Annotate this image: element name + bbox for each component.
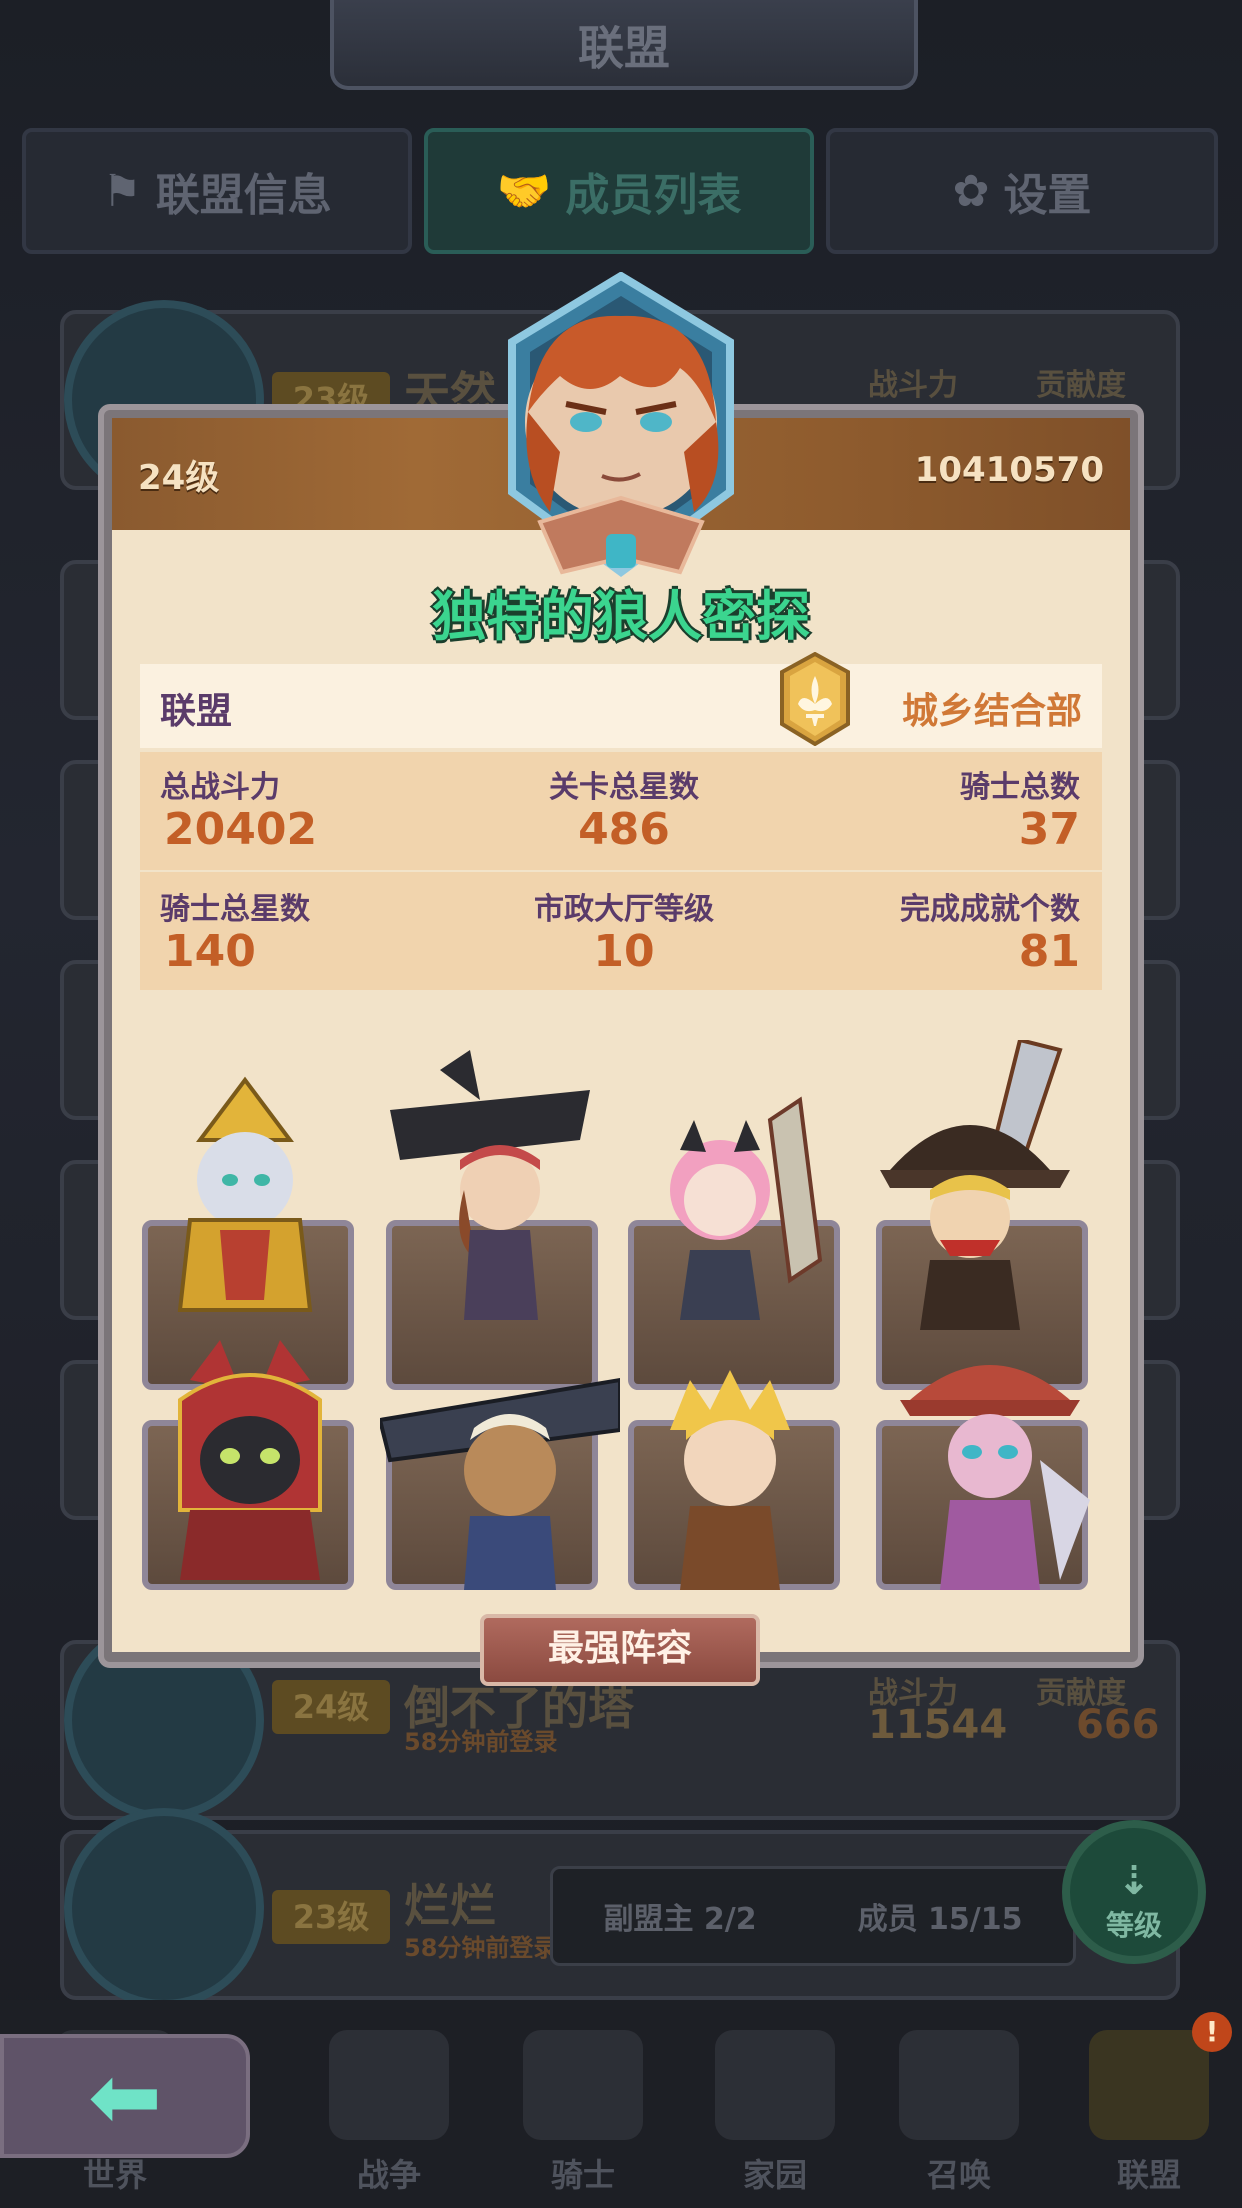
- nav-label: 家园: [742, 2156, 807, 2194]
- sort-label: 等级: [1105, 1909, 1162, 1942]
- town-hall-level-value: 10: [593, 926, 655, 977]
- map-icon: [329, 2030, 449, 2140]
- tab-member-list[interactable]: 🤝 成员列表: [424, 128, 814, 254]
- flag-icon: ⚑: [102, 165, 142, 217]
- nav-alliance[interactable]: 联盟: [1074, 2030, 1224, 2200]
- hero-pink-hair-girl-icon: [670, 1096, 823, 1320]
- stage-stars-value: 486: [578, 804, 670, 855]
- tab-label: 联盟信息: [155, 170, 332, 221]
- alliance-name: 城乡结合部: [901, 691, 1082, 732]
- nav-home[interactable]: 家园: [700, 2030, 850, 2200]
- town-hall-level-label: 市政大厅等级: [534, 892, 714, 927]
- handshake-icon: 🤝: [496, 166, 552, 217]
- back-button[interactable]: ⬅: [0, 2034, 250, 2158]
- house-icon: [715, 2030, 835, 2140]
- hero-blonde-boy-icon: [670, 1370, 790, 1590]
- gear-icon: ✿: [952, 165, 990, 217]
- tab-label: 成员列表: [565, 170, 742, 221]
- tab-bar: ⚑ 联盟信息 🤝 成员列表 ✿ 设置: [22, 128, 1218, 258]
- hero-pirate-girl-icon: [390, 1050, 590, 1320]
- vice-leader-count: 副盟主 2/2: [603, 1902, 757, 1937]
- hero-hooded-cat-icon: [178, 1340, 322, 1580]
- nav-summon[interactable]: 召唤: [884, 2030, 1034, 2200]
- tab-settings[interactable]: ✿ 设置: [826, 128, 1218, 254]
- knight-icon: [523, 2030, 643, 2140]
- hero-witch-icon: [880, 1040, 1070, 1330]
- member-status: 58分钟前登录: [404, 1934, 558, 1962]
- achievements-label: 完成成就个数: [900, 892, 1080, 927]
- nav-knight[interactable]: 骑士: [508, 2030, 658, 2200]
- member-avatar: [64, 1808, 264, 2008]
- nav-label: 联盟: [1116, 2156, 1181, 2194]
- fleur-de-lis-emblem-icon: [780, 652, 850, 746]
- hero-crowned-knight-icon: [177, 1076, 313, 1312]
- player-portrait: [508, 272, 734, 577]
- stage-stars-label: 关卡总星数: [549, 770, 699, 805]
- notice-badge: !: [1192, 2012, 1232, 2052]
- tab-alliance-info[interactable]: ⚑ 联盟信息: [22, 128, 412, 254]
- total-power-value: 20402: [164, 804, 318, 855]
- achievements-value: 81: [1018, 926, 1080, 977]
- player-level: 24级: [138, 458, 220, 498]
- player-name: 独特的狼人密探: [432, 585, 810, 648]
- power-header: 战斗力: [868, 368, 958, 403]
- sort-icon: ⇣: [1117, 1858, 1151, 1904]
- sort-button[interactable]: ⇣ 等级: [1062, 1820, 1206, 1964]
- member-level: 24级: [272, 1680, 390, 1734]
- knight-stars-value: 140: [164, 926, 256, 977]
- hero-cannon-warrior-icon: [380, 1377, 620, 1590]
- contribution-header: 贡献度: [1036, 368, 1126, 403]
- strongest-lineup: [130, 1000, 1130, 1640]
- train-icon: [899, 2030, 1019, 2140]
- member-count: 成员 15/15: [857, 1902, 1023, 1937]
- member-power: 11544: [868, 1702, 1008, 1748]
- member-name: 烂烂: [404, 1879, 496, 1933]
- strongest-lineup-button[interactable]: 最强阵容: [480, 1614, 760, 1686]
- nav-label: 召唤: [926, 2156, 991, 2194]
- castle-icon: [1089, 2030, 1209, 2140]
- role-count-bar: 副盟主 2/2 成员 15/15: [550, 1866, 1076, 1966]
- nav-label: 骑士: [550, 2156, 615, 2194]
- member-status: 58分钟前登录: [404, 1728, 558, 1756]
- nav-war[interactable]: 战争: [314, 2030, 464, 2200]
- member-contribution: 666: [1076, 1702, 1160, 1748]
- hero-fox-mage-icon: [900, 1365, 1090, 1590]
- total-power-label: 总战斗力: [160, 770, 280, 805]
- member-level: 23级: [272, 1890, 390, 1944]
- tab-label: 设置: [1003, 170, 1092, 221]
- nav-label: 战争: [356, 2156, 421, 2194]
- back-arrow-icon: ⬅: [88, 2044, 162, 2148]
- screen-title: 联盟: [578, 21, 670, 75]
- player-power: 10410570: [914, 450, 1104, 490]
- alliance-label: 联盟: [160, 691, 233, 732]
- knight-stars-label: 骑士总星数: [160, 892, 310, 927]
- knight-count-label: 骑士总数: [960, 770, 1080, 805]
- knight-count-value: 37: [1018, 804, 1080, 855]
